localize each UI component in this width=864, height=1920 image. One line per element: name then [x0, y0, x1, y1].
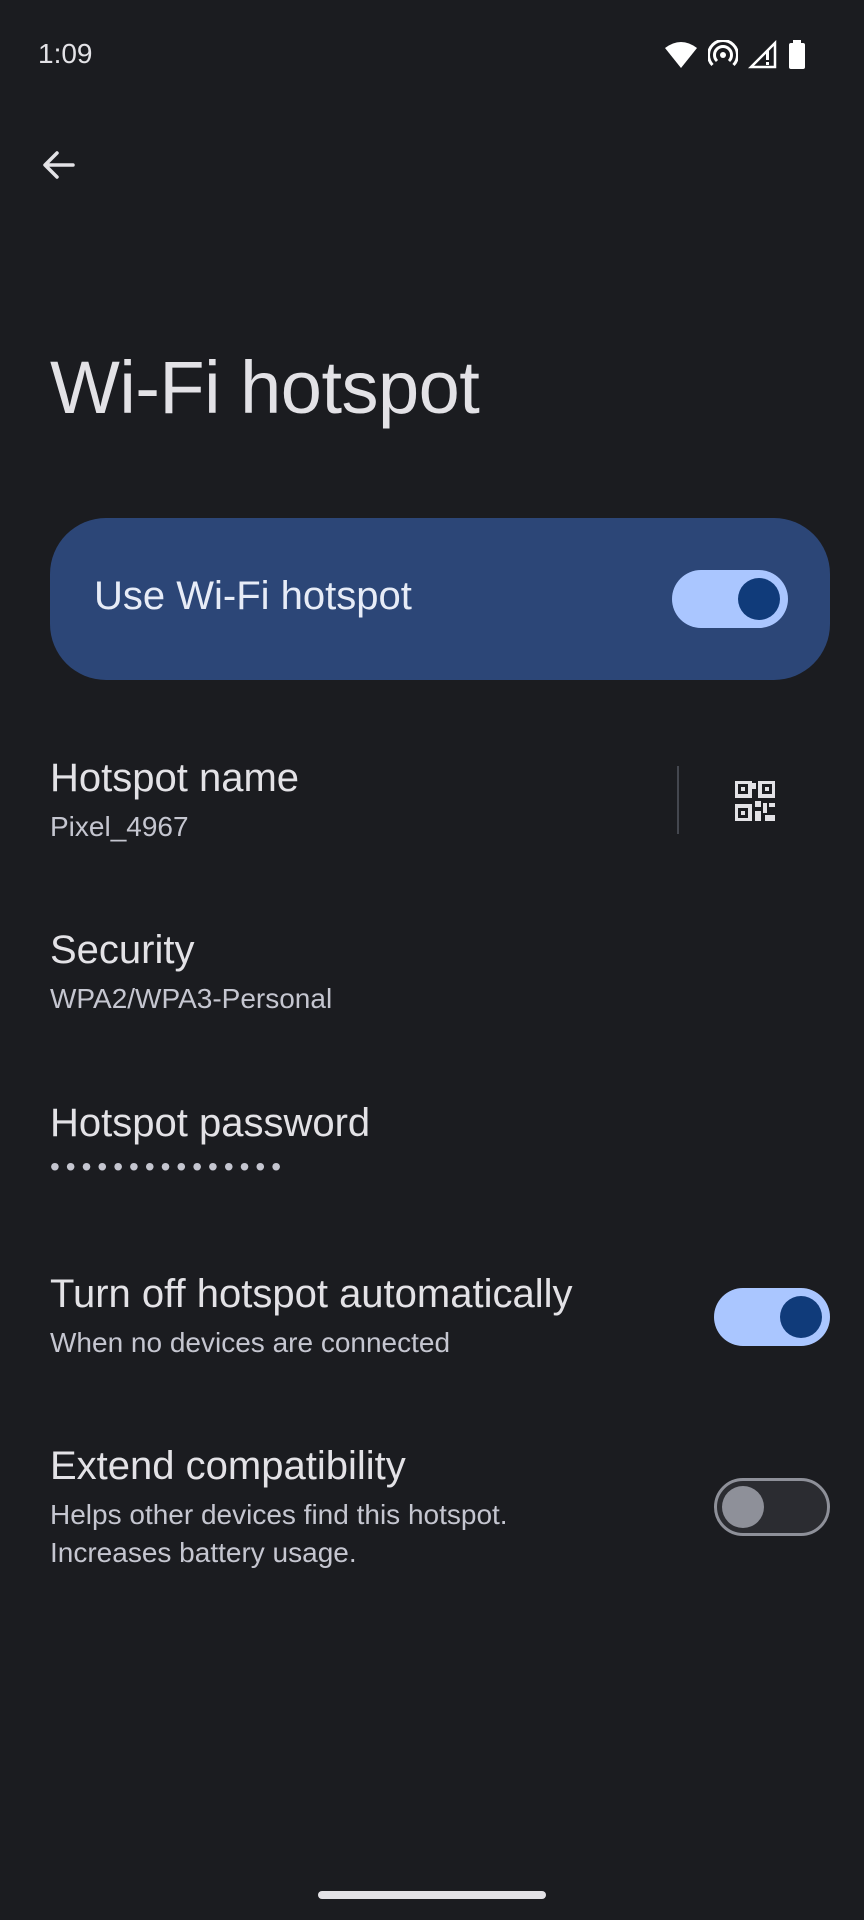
password-value: ••••••••••••••• — [50, 1151, 288, 1182]
auto-off-title: Turn off hotspot automatically — [50, 1272, 573, 1316]
toggle-thumb — [780, 1296, 822, 1338]
extend-compatibility-title: Extend compatibility — [50, 1444, 406, 1488]
extend-compatibility-summary-line1: Helps other devices find this hotspot. — [50, 1499, 508, 1530]
hotspot-icon — [708, 40, 738, 70]
status-time: 1:09 — [38, 38, 93, 69]
main-switch-bar[interactable]: Use Wi-Fi hotspot — [50, 518, 830, 680]
security-value: WPA2/WPA3-Personal — [50, 983, 333, 1014]
security-preference[interactable]: Security WPA2/WPA3-Personal — [50, 924, 830, 1018]
status-icons — [664, 38, 806, 72]
toggle-thumb — [738, 578, 780, 620]
toggle-thumb — [722, 1486, 764, 1528]
hotspot-name-preference[interactable]: Hotspot name Pixel_4967 — [50, 752, 830, 862]
extend-compatibility-summary: Helps other devices find this hotspot. I… — [50, 1496, 830, 1572]
password-preference[interactable]: Hotspot password ••••••••••••••• — [50, 1097, 830, 1183]
password-title: Hotspot password — [50, 1101, 371, 1145]
arrow-back-icon — [43, 151, 75, 179]
hotspot-name-title: Hotspot name — [50, 756, 300, 800]
battery-icon — [788, 40, 806, 70]
back-button[interactable] — [30, 136, 88, 194]
status-bar: 1:09 — [0, 0, 864, 110]
use-hotspot-toggle[interactable] — [672, 570, 788, 628]
main-switch-label: Use Wi-Fi hotspot — [94, 574, 412, 618]
divider — [677, 766, 679, 834]
page-title: Wi-Fi hotspot — [50, 346, 480, 429]
security-title: Security — [50, 928, 195, 972]
auto-off-toggle[interactable] — [714, 1288, 830, 1346]
qr-code-button[interactable] — [720, 766, 790, 836]
extend-compatibility-summary-line2: Increases battery usage. — [50, 1537, 357, 1568]
extend-compatibility-preference[interactable]: Extend compatibility Helps other devices… — [50, 1440, 830, 1572]
gesture-navigation-handle[interactable] — [318, 1891, 546, 1899]
auto-off-preference[interactable]: Turn off hotspot automatically When no d… — [50, 1268, 830, 1362]
qr-code-icon — [735, 781, 775, 821]
hotspot-name-value: Pixel_4967 — [50, 811, 189, 842]
wifi-icon — [664, 41, 698, 69]
cell-signal-icon — [748, 40, 778, 70]
extend-compatibility-toggle[interactable] — [714, 1478, 830, 1536]
auto-off-summary: When no devices are connected — [50, 1327, 451, 1358]
